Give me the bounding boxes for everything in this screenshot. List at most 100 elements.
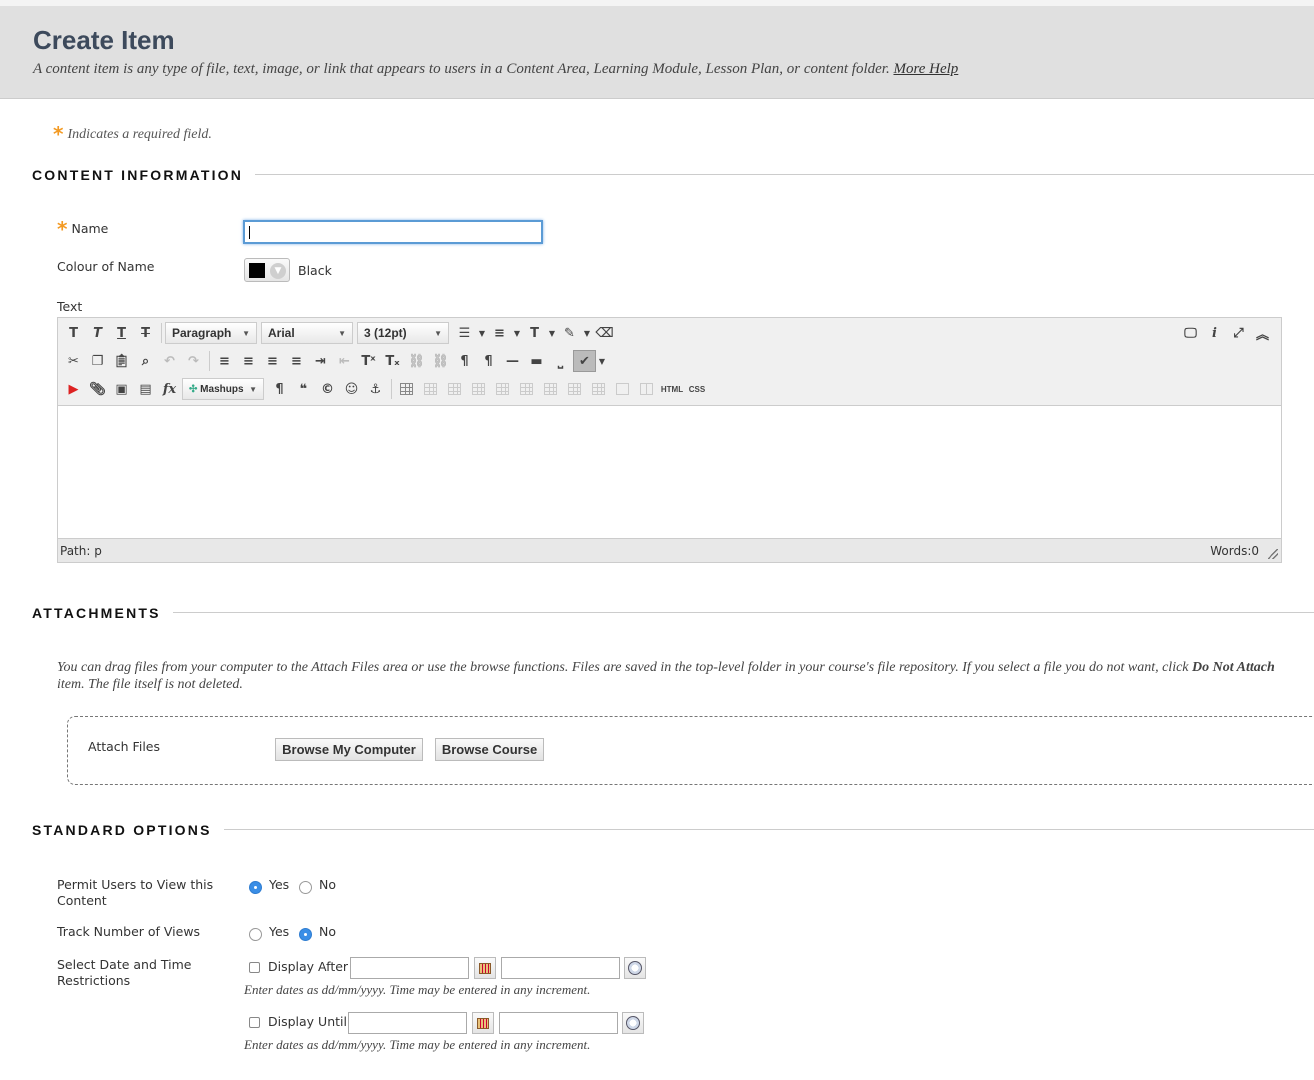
split-cells-icon[interactable] — [611, 378, 634, 400]
copyright-icon[interactable]: © — [316, 378, 339, 400]
indent-icon[interactable]: ⇥ — [309, 350, 332, 372]
undo-icon[interactable]: ↶ — [158, 350, 181, 372]
thick-rule-icon[interactable]: ▬ — [525, 350, 548, 372]
display-after-calendar-button[interactable] — [474, 957, 496, 979]
insert-col-after-icon[interactable] — [563, 378, 586, 400]
required-note-text: Indicates a required field. — [67, 127, 212, 142]
browse-course-button[interactable]: Browse Course — [435, 738, 544, 761]
paragraph-icon[interactable]: ¶ — [268, 378, 291, 400]
image-icon[interactable]: ▣ — [110, 378, 133, 400]
align-center-icon[interactable]: ≡ — [237, 350, 260, 372]
html-source-button[interactable]: HTML — [659, 378, 685, 400]
section-divider — [32, 829, 1314, 830]
outdent-icon[interactable]: ⇤ — [333, 350, 356, 372]
editor-content-area[interactable] — [58, 406, 1281, 538]
paste-icon[interactable]: 📋︎ — [110, 350, 133, 372]
media-icon[interactable]: ▤ — [134, 378, 157, 400]
horizontal-rule-icon[interactable]: — — [501, 350, 524, 372]
preview-icon[interactable]: 🖵︎ — [1179, 322, 1202, 344]
editor-statusbar: Path: p Words:0 — [58, 538, 1281, 562]
display-after-clock-button[interactable] — [624, 957, 646, 979]
css-button[interactable]: CSS — [686, 378, 708, 400]
mashups-label: ✣ Mashups — [189, 384, 244, 395]
display-after-time-input[interactable] — [501, 957, 620, 979]
eraser-icon[interactable]: ⌫ — [593, 322, 616, 344]
display-after-checkbox[interactable] — [249, 962, 260, 973]
merge-cells-icon[interactable] — [635, 378, 658, 400]
spellcheck-icon[interactable]: ✔ — [573, 350, 596, 372]
display-until-date-input[interactable] — [348, 1012, 467, 1034]
underline-icon[interactable]: T — [110, 322, 133, 344]
math-icon[interactable]: fx — [158, 378, 181, 400]
chevron-down-icon[interactable]: ▼ — [582, 322, 592, 344]
permit-no-radio[interactable] — [299, 881, 312, 894]
italic-icon[interactable]: T — [86, 322, 109, 344]
display-until-checkbox[interactable] — [249, 1017, 260, 1028]
mashups-select[interactable]: ✣ Mashups ▼ — [182, 378, 264, 400]
subscript-icon[interactable]: Tₓ — [381, 350, 404, 372]
highlight-pen-icon[interactable]: ✎ — [558, 322, 581, 344]
quote-icon[interactable]: ❝ — [292, 378, 315, 400]
align-right-icon[interactable]: ≡ — [261, 350, 284, 372]
browse-my-computer-button[interactable]: Browse My Computer — [275, 738, 423, 761]
fullscreen-icon[interactable]: ⤢ — [1227, 322, 1250, 344]
text-color-icon[interactable]: T — [523, 322, 546, 344]
delete-col-icon[interactable] — [587, 378, 610, 400]
permit-yes-radio[interactable] — [249, 881, 262, 894]
chevron-down-icon[interactable]: ▼ — [597, 350, 607, 372]
superscript-icon[interactable]: Tˣ — [357, 350, 380, 372]
insert-col-before-icon[interactable] — [539, 378, 562, 400]
ltr-icon[interactable]: ¶ — [453, 350, 476, 372]
nonbreaking-space-icon[interactable]: ⎵ — [549, 350, 572, 372]
format-select[interactable]: Paragraph ▼ — [165, 322, 257, 344]
display-after-date-input[interactable] — [350, 957, 469, 979]
colour-label: Colour of Name — [57, 259, 155, 274]
permit-no-label: No — [319, 877, 336, 892]
anchor-icon[interactable]: ⚓ — [364, 378, 387, 400]
track-yes-radio[interactable] — [249, 928, 262, 941]
table-cell-props-icon[interactable] — [443, 378, 466, 400]
more-help-link[interactable]: More Help — [893, 61, 958, 77]
link-icon[interactable]: ⛓ — [405, 350, 428, 372]
attach-files-dropzone[interactable] — [67, 716, 1314, 785]
resize-grip-icon[interactable] — [1268, 549, 1278, 559]
collapse-toolbar-icon[interactable]: ︽ — [1251, 322, 1274, 344]
numbered-list-icon[interactable]: ≡ — [488, 322, 511, 344]
delete-row-icon[interactable] — [515, 378, 538, 400]
size-select[interactable]: 3 (12pt) ▼ — [357, 322, 449, 344]
display-until-time-input[interactable] — [499, 1012, 618, 1034]
table-icon[interactable] — [395, 378, 418, 400]
clock-icon — [628, 961, 642, 975]
align-left-icon[interactable]: ≡ — [213, 350, 236, 372]
cut-icon[interactable]: ✂ — [62, 350, 85, 372]
copy-icon[interactable]: ❐ — [86, 350, 109, 372]
attachment-icon[interactable]: 📎︎ — [86, 378, 109, 400]
insert-row-before-icon[interactable] — [467, 378, 490, 400]
rtl-icon[interactable]: ¶ — [477, 350, 500, 372]
font-select[interactable]: Arial ▼ — [261, 322, 353, 344]
colour-value: Black — [298, 263, 332, 278]
bullet-list-icon[interactable]: ☰ — [453, 322, 476, 344]
info-icon[interactable]: i — [1203, 322, 1226, 344]
strikethrough-icon[interactable]: T — [134, 322, 157, 344]
section-content-information: CONTENT INFORMATION — [32, 165, 1314, 185]
display-until-calendar-button[interactable] — [472, 1012, 494, 1034]
chevron-down-icon: ▼ — [270, 263, 286, 279]
table-row-props-icon[interactable] — [419, 378, 442, 400]
name-input[interactable] — [243, 220, 543, 244]
chevron-down-icon[interactable]: ▼ — [512, 322, 522, 344]
unlink-icon[interactable]: ⛓ — [429, 350, 452, 372]
redo-icon[interactable]: ↷ — [182, 350, 205, 372]
font-select-value: Arial — [268, 326, 295, 340]
track-no-radio[interactable] — [299, 928, 312, 941]
chevron-down-icon[interactable]: ▼ — [477, 322, 487, 344]
align-justify-icon[interactable]: ≡ — [285, 350, 308, 372]
chevron-down-icon[interactable]: ▼ — [547, 322, 557, 344]
emoticon-icon[interactable]: ☺ — [340, 378, 363, 400]
insert-row-after-icon[interactable] — [491, 378, 514, 400]
find-icon[interactable]: ⌕ — [134, 350, 157, 372]
youtube-icon[interactable]: ▶ — [62, 378, 85, 400]
display-until-clock-button[interactable] — [622, 1012, 644, 1034]
bold-icon[interactable]: T — [62, 322, 85, 344]
colour-picker[interactable]: ▼ — [244, 258, 290, 282]
